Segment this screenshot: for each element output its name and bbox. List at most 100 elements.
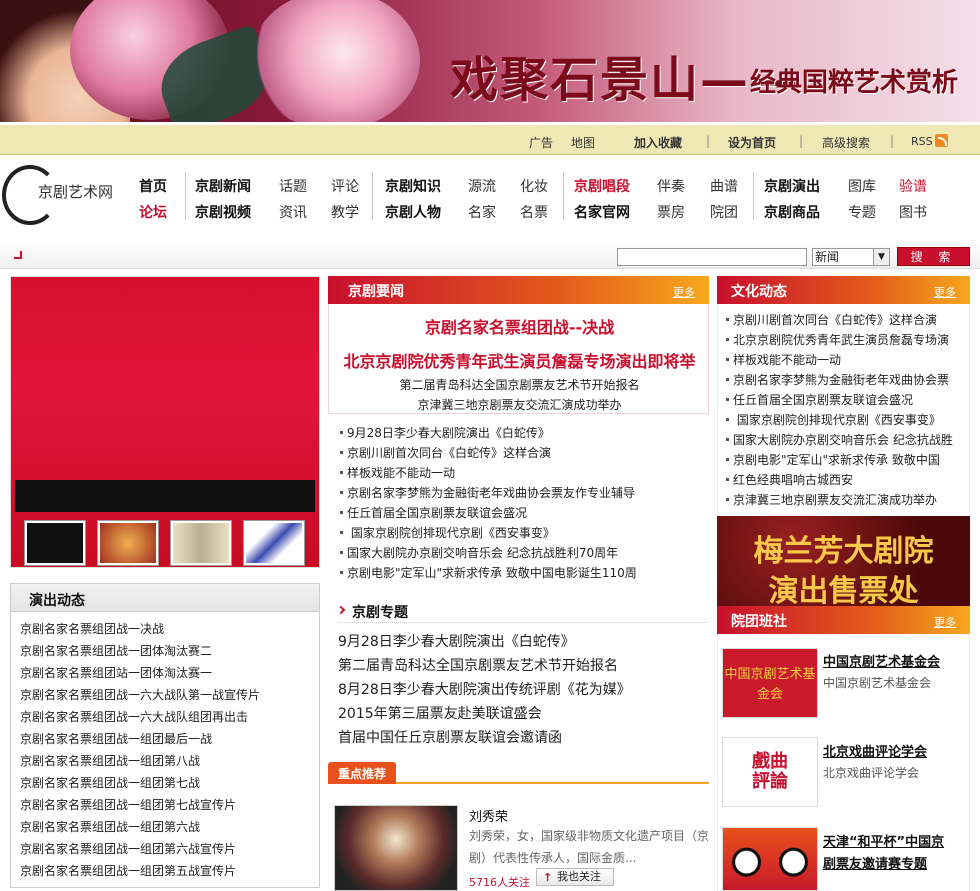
list-item[interactable]: 京剧名家名票组团站一团体淘汰赛一 xyxy=(20,664,212,681)
follow-button[interactable]: ↑ 我也关注 xyxy=(536,868,614,886)
culture-more-link[interactable]: 更多 xyxy=(934,284,956,300)
nav-item-books[interactable]: 图书 xyxy=(899,202,927,222)
list-item[interactable]: 京剧名家名票组团战一组团第八战 xyxy=(20,752,200,769)
list-item[interactable]: 京剧川剧首次同台《白蛇传》这样合演 xyxy=(726,311,937,328)
nav-item-performance[interactable]: 京剧演出 xyxy=(764,176,820,196)
nav-item-special[interactable]: 专题 xyxy=(848,202,876,222)
troupe-name[interactable]: 天津“和平杯”中国京 xyxy=(823,831,944,850)
troupe-name[interactable]: 北京戏曲评论学会 xyxy=(823,741,927,760)
list-item[interactable]: 京剧名家名票组团战一六大战队组团再出击 xyxy=(20,708,248,725)
search-button[interactable]: 搜 索 xyxy=(897,247,970,266)
nav-item-topic[interactable]: 话题 xyxy=(279,176,307,196)
nav-item-scores[interactable]: 曲谱 xyxy=(710,176,738,196)
list-item[interactable]: 京剧名家名票组团战一组团最后一战 xyxy=(20,730,212,747)
nav-item-teaching[interactable]: 教学 xyxy=(331,202,359,222)
list-item[interactable]: 国家京剧院创排现代京剧《西安事变》 xyxy=(726,411,941,428)
list-item[interactable]: 京剧名家李梦熊为金融街老年戏曲协会票 xyxy=(726,371,949,388)
advanced-search-link[interactable]: 高级搜索 xyxy=(822,134,870,151)
list-item[interactable]: 北京京剧院优秀青年武生演员詹磊专场演 xyxy=(726,331,949,348)
list-item[interactable]: 国家大剧院办京剧交响音乐会 纪念抗战胜利70周年 xyxy=(340,544,618,561)
rss-link[interactable]: RSS xyxy=(911,134,948,148)
logo-text: 京剧艺术网 xyxy=(38,183,114,201)
nav-item-goods[interactable]: 京剧商品 xyxy=(764,202,820,222)
subheadline-link[interactable]: 京津冀三地京剧票友交流汇演成功举办 xyxy=(329,396,710,413)
nav-item-amateurs[interactable]: 名票 xyxy=(520,202,548,222)
list-item[interactable]: 第二届青岛科达全国京剧票友艺术节开始报名 xyxy=(338,655,618,675)
headline-link[interactable]: 京剧名家名票组团战--决战 xyxy=(329,314,710,338)
troupe-name-line2[interactable]: 剧票友邀请赛专题 xyxy=(823,853,927,872)
list-item[interactable]: 京津冀三地京剧票友交流汇演成功举办 xyxy=(726,491,937,508)
troupe-logo[interactable] xyxy=(722,827,818,891)
headline-link[interactable]: 北京京剧院优秀青年武生演员詹磊专场演出即将举 xyxy=(329,348,710,372)
performance-panel: 演出动态 京剧名家名票组团战一决战 京剧名家名票组团战一团体淘汰赛二 京剧名家名… xyxy=(10,583,320,888)
nav-item-home[interactable]: 首页 xyxy=(139,176,167,196)
list-item[interactable]: 国家大剧院办京剧交响音乐会 纪念抗战胜 xyxy=(726,431,953,448)
set-homepage-link[interactable]: 设为首页 xyxy=(728,134,776,151)
nav-item-news[interactable]: 京剧新闻 xyxy=(195,176,251,196)
list-item[interactable]: 样板戏能不能动一动 xyxy=(726,351,841,368)
list-item[interactable]: 国家京剧院创排现代京剧《西安事变》 xyxy=(340,524,555,541)
subheadline-link[interactable]: 第二届青岛科达全国京剧票友艺术节开始报名 xyxy=(329,376,710,393)
list-item[interactable]: 京剧川剧首次同台《白蛇传》这样合演 xyxy=(340,444,551,461)
nav-item-clubs[interactable]: 票房 xyxy=(657,202,685,222)
troupe-name[interactable]: 中国京剧艺术基金会 xyxy=(823,651,940,670)
featured-name[interactable]: 刘秀荣 xyxy=(469,806,508,825)
list-item[interactable]: 京剧名家名票组团战一六大战队第一战宣传片 xyxy=(20,686,260,703)
list-item[interactable]: 京剧名家李梦熊为金融街老年戏曲协会票友作专业辅导 xyxy=(340,484,635,501)
list-item[interactable]: 京剧电影"定军山"求新求传承 致敬中国电影诞生110周 xyxy=(340,564,637,581)
nav-item-forum[interactable]: 论坛 xyxy=(139,202,167,222)
list-item[interactable]: 京剧名家名票组团战一组团第七战宣传片 xyxy=(20,796,236,813)
list-item[interactable]: 首届中国任丘京剧票友联谊会邀请函 xyxy=(338,727,562,747)
nav-item-official-sites[interactable]: 名家官网 xyxy=(574,202,630,222)
nav-item-origin[interactable]: 源流 xyxy=(468,176,496,196)
troupe-logo[interactable]: 中国京剧艺术基金会 xyxy=(722,648,818,718)
nav-item-makeup[interactable]: 化妆 xyxy=(520,176,548,196)
list-item[interactable]: 2015年第三届票友赴美联谊盛会 xyxy=(338,703,542,723)
list-item[interactable]: 9月28日李少春大剧院演出《白蛇传》 xyxy=(340,424,550,441)
list-item[interactable]: 京剧名家名票组团战一组团第七战 xyxy=(20,774,200,791)
troupes-more-link[interactable]: 更多 xyxy=(934,614,956,630)
bullet-icon xyxy=(726,318,729,321)
slide-thumbnail[interactable] xyxy=(24,520,86,566)
list-item[interactable]: 京剧名家名票组团战一决战 xyxy=(20,620,164,637)
ad-link[interactable]: 广告 xyxy=(529,134,553,151)
banner-subtitle: 经典国粹艺术赏析 xyxy=(750,68,959,98)
nav-item-video[interactable]: 京剧视频 xyxy=(195,202,251,222)
slide-thumbnail[interactable] xyxy=(97,520,159,566)
ticket-office-ad[interactable]: 梅兰芳大剧院 演出售票处 xyxy=(717,516,970,609)
site-logo[interactable]: 京剧艺术网 xyxy=(2,165,120,225)
search-input[interactable] xyxy=(617,248,807,266)
nav-item-people[interactable]: 京剧人物 xyxy=(385,202,441,222)
featured-photo[interactable] xyxy=(334,805,458,891)
list-item[interactable]: 京剧电影"定军山"求新求传承 致敬中国 xyxy=(726,451,940,468)
nav-item-masters[interactable]: 名家 xyxy=(468,202,496,222)
site-banner: 戏聚石景山—— 经典国粹艺术赏析 xyxy=(0,0,980,122)
nav-item-arias[interactable]: 京剧唱段 xyxy=(574,176,630,196)
list-item[interactable]: 京剧名家名票组团战一组团第五战宣传片 xyxy=(20,862,236,879)
list-item[interactable]: 红色经典唱响古城西安 xyxy=(726,471,853,488)
list-item[interactable]: 京剧名家名票组团战一组团第六战宣传片 xyxy=(20,840,236,857)
list-item[interactable]: 京剧名家名票组团战一团体淘汰赛二 xyxy=(20,642,212,659)
search-category-select[interactable]: 新闻 ▼ xyxy=(812,248,890,266)
list-item[interactable]: 任丘首届全国京剧票友联谊会盛况 xyxy=(340,504,527,521)
bullet-icon xyxy=(340,491,343,494)
news-more-link[interactable]: 更多 xyxy=(673,284,695,300)
nav-item-accompaniment[interactable]: 伴奏 xyxy=(657,176,685,196)
nav-item-facepaint[interactable]: 验谱 xyxy=(899,176,927,196)
list-item[interactable]: 8月28日李少春大剧院演出传统评剧《花为媒》 xyxy=(338,679,631,699)
nav-item-knowledge[interactable]: 京剧知识 xyxy=(385,176,441,196)
nav-item-troupes[interactable]: 院团 xyxy=(710,202,738,222)
nav-item-gallery[interactable]: 图库 xyxy=(848,176,876,196)
list-item[interactable]: 任丘首届全国京剧票友联谊会盛况 xyxy=(726,391,913,408)
nav-item-comment[interactable]: 评论 xyxy=(331,176,359,196)
troupe-logo[interactable]: 戲曲評論 xyxy=(722,737,818,807)
list-item[interactable]: 9月28日李少春大剧院演出《白蛇传》 xyxy=(338,631,575,651)
list-item[interactable]: 样板戏能不能动一动 xyxy=(340,464,455,481)
nav-item-info[interactable]: 资讯 xyxy=(279,202,307,222)
slide-thumbnail[interactable] xyxy=(243,520,305,566)
list-item-text: 京剧川剧首次同台《白蛇传》这样合演 xyxy=(733,313,938,327)
map-link[interactable]: 地图 xyxy=(571,134,595,151)
list-item[interactable]: 京剧名家名票组团战一组团第六战 xyxy=(20,818,200,835)
add-favorite-link[interactable]: 加入收藏 xyxy=(634,134,682,151)
slide-thumbnail[interactable] xyxy=(170,520,232,566)
